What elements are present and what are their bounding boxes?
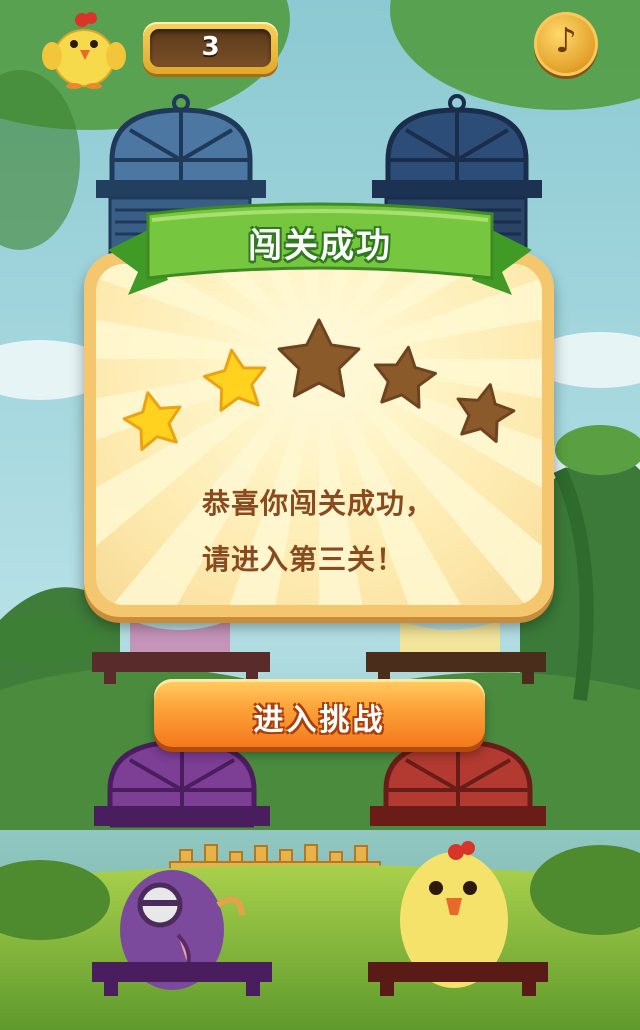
star-filled-icon xyxy=(203,348,267,412)
star-empty-icon xyxy=(456,383,516,443)
star-empty-icon xyxy=(277,318,361,398)
enter-challenge-button[interactable]: 进入挑战 xyxy=(154,679,485,747)
title-ribbon: 闯关成功 xyxy=(108,200,532,310)
game-scene: 3 ♪ 恭喜你闯关成功， 请进入第三关！ 闯关成功 进入挑战 xyxy=(0,0,640,1030)
score-value: 3 xyxy=(201,32,220,62)
star-filled-icon xyxy=(122,391,182,451)
dialog-panel: 恭喜你闯关成功， 请进入第三关！ xyxy=(96,264,542,605)
score-inner: 3 xyxy=(150,29,271,67)
congrats-message-line2: 请进入第三关！ xyxy=(202,543,406,576)
music-toggle-button[interactable]: ♪ xyxy=(534,12,598,76)
star-empty-icon xyxy=(373,345,437,409)
congrats-message-line1: 恭喜你闯关成功， xyxy=(202,487,435,520)
enter-challenge-label: 进入挑战 xyxy=(253,703,386,738)
chick-avatar-icon xyxy=(42,12,126,89)
music-note-icon: ♪ xyxy=(555,21,577,61)
score-panel: 3 xyxy=(143,22,278,74)
dialog-title: 闯关成功 xyxy=(248,226,392,266)
